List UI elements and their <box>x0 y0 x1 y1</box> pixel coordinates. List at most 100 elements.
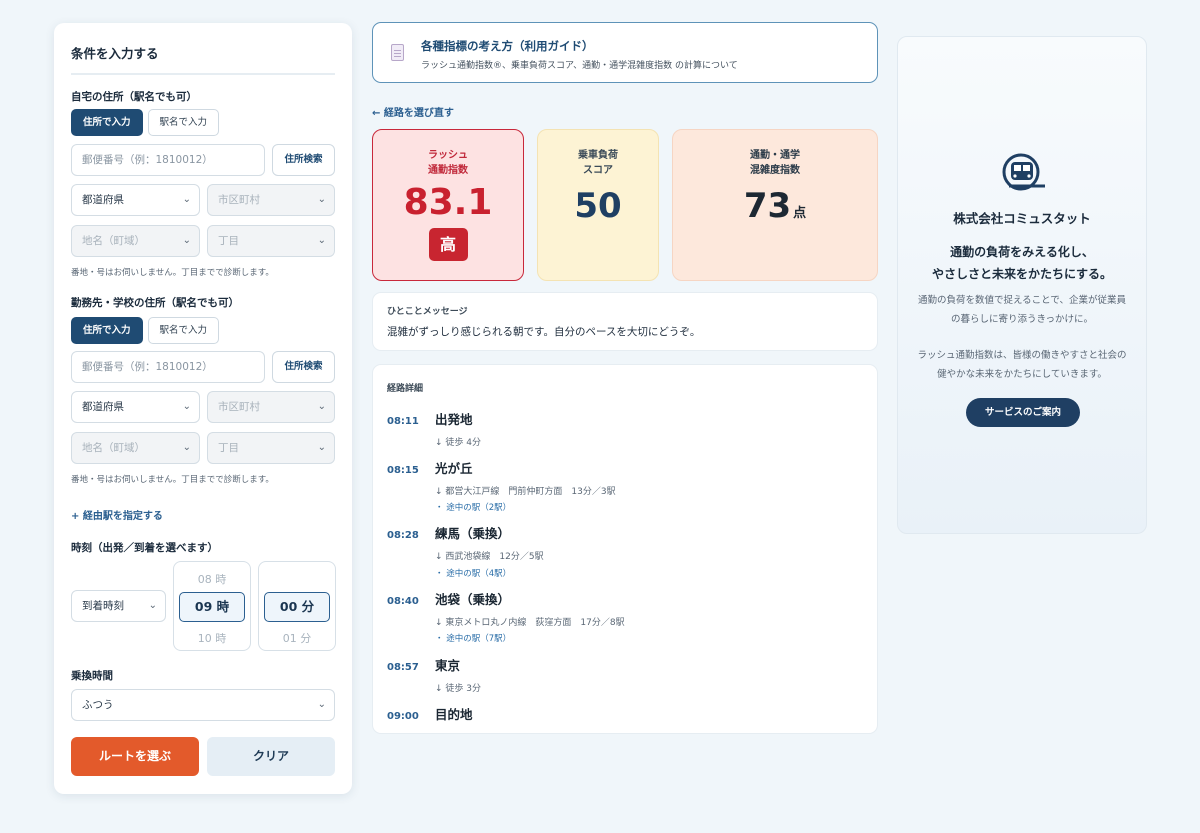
chevron-down-icon: ⌄ <box>317 401 326 412</box>
work-postal-input[interactable]: 郵便番号（例：1810012） <box>71 351 265 383</box>
chevron-down-icon: ⌄ <box>182 442 191 453</box>
hour-next[interactable]: 10 時 <box>174 630 250 646</box>
load-label-2: スコア <box>583 165 613 176</box>
chevron-down-icon: ⌄ <box>148 600 157 611</box>
home-address-search-button[interactable]: 住所検索 <box>272 144 335 176</box>
guide-subtitle: ラッシュ通勤指数®、乗車負荷スコア、通勤・通学混雑度指数 の計算について <box>421 61 738 71</box>
minute-picker[interactable]: 00 分 01 分 <box>258 561 336 651</box>
message-heading: ひとことメッセージ <box>387 307 468 317</box>
home-postal-input[interactable]: 郵便番号（例：1810012） <box>71 144 265 176</box>
home-mode-station-button[interactable]: 駅名で入力 <box>147 109 220 136</box>
route-stop: 08:28 練馬（乗換） <box>387 523 510 542</box>
crowd-label-2: 混雑度指数 <box>750 165 800 176</box>
home-note: 番地・号はお伺いしません。丁目までで診断します。 <box>71 268 274 278</box>
work-input-mode: 住所で入力 駅名で入力 <box>71 317 220 344</box>
home-address-label: 自宅の住所（駅名でも可） <box>71 91 197 103</box>
stop-time: 08:15 <box>387 465 419 476</box>
minute-next[interactable]: 01 分 <box>259 630 335 646</box>
route-stop: 09:00 目的地 <box>387 704 473 723</box>
chevron-down-icon: ⌄ <box>317 235 326 246</box>
choose-route-button[interactable]: ルートを選ぶ <box>71 737 199 776</box>
rush-label-1: ラッシュ <box>428 150 468 161</box>
company-tagline: 通勤の負荷をみえる化し、 やさしさと未来をかたちにする。 <box>898 241 1146 285</box>
stop-name: 練馬（乗換） <box>435 526 511 541</box>
company-name: 株式会社コミュスタット <box>953 211 1091 226</box>
tagline-line-1: 通勤の負荷をみえる化し、 <box>950 245 1094 259</box>
stop-time: 08:11 <box>387 416 419 427</box>
work-town-select[interactable]: 地名（町域） ⌄ <box>71 432 200 464</box>
chevron-down-icon: ⌄ <box>182 194 191 205</box>
route-stop: 08:57 東京 <box>387 655 460 674</box>
stop-time: 09:00 <box>387 711 419 722</box>
load-score-card: 乗車負荷 スコア 50 <box>537 129 659 281</box>
work-address-search-button[interactable]: 住所検索 <box>272 351 335 383</box>
chevron-down-icon: ⌄ <box>182 401 191 412</box>
rush-level-badge: 高 <box>428 228 468 261</box>
crowd-index-card: 通勤・通学 混雑度指数 73 点 <box>672 129 878 281</box>
transfer-value: ふつう <box>82 699 114 711</box>
crowd-value: 73 <box>743 186 792 226</box>
time-mode-value: 到着時刻 <box>82 600 124 612</box>
hour-prev[interactable]: 08 時 <box>174 571 250 587</box>
chevron-down-icon: ⌄ <box>317 442 326 453</box>
hour-picker[interactable]: 08 時 09 時 10 時 <box>173 561 251 651</box>
message-card: ひとことメッセージ 混雑がずっしり感じられる朝です。自分のペースを大切にどうぞ。 <box>372 292 878 351</box>
stop-time: 08:40 <box>387 596 419 607</box>
stop-name: 東京 <box>435 658 461 673</box>
tagline-line-2: やさしさと未来をかたちにする。 <box>931 267 1113 281</box>
rush-label-2: 通勤指数 <box>428 165 468 176</box>
back-to-route-link[interactable]: ← 経路を選び直す <box>372 104 454 119</box>
work-mode-address-button[interactable]: 住所で入力 <box>71 317 143 344</box>
stop-time: 08:28 <box>387 530 419 541</box>
stop-name: 目的地 <box>435 707 473 722</box>
transfer-select[interactable]: ふつう ⌄ <box>71 689 335 721</box>
work-chome-value: 丁目 <box>218 442 239 454</box>
clear-button[interactable]: クリア <box>207 737 335 776</box>
guide-title: 各種指標の考え方（利用ガイド） <box>421 39 594 53</box>
usage-guide-link[interactable]: 各種指標の考え方（利用ガイド） ラッシュ通勤指数®、乗車負荷スコア、通勤・通学混… <box>372 22 878 83</box>
stop-time: 08:57 <box>387 662 419 673</box>
via-stations-toggle[interactable]: ・ 途中の駅（2駅） <box>435 501 511 513</box>
route-leg: ↓ 西武池袋線 12分／5駅 <box>435 552 544 562</box>
work-prefecture-select[interactable]: 都道府県 ⌄ <box>71 391 200 423</box>
minute-current[interactable]: 00 分 <box>264 592 330 622</box>
home-chome-select[interactable]: 丁目 ⌄ <box>207 225 335 257</box>
add-via-station-link[interactable]: + 経由駅を指定する <box>71 507 163 522</box>
company-description: 通勤の負荷を数値で捉えることで、企業が従業員の暮らしに寄り添うきっかけに。 ラッ… <box>914 291 1130 384</box>
home-town-select[interactable]: 地名（町域） ⌄ <box>71 225 200 257</box>
time-label: 時刻（出発／到着を選べます） <box>71 542 218 554</box>
document-icon <box>391 44 404 61</box>
home-city-select[interactable]: 市区町村 ⌄ <box>207 184 335 216</box>
stop-name: 光が丘 <box>435 461 473 476</box>
work-prefecture-value: 都道府県 <box>82 401 124 413</box>
description-paragraph-1: 通勤の負荷を数値で捉えることで、企業が従業員の暮らしに寄り添うきっかけに。 <box>917 295 1127 325</box>
route-leg: ↓ 徒歩 3分 <box>435 684 481 694</box>
home-mode-address-button[interactable]: 住所で入力 <box>71 109 143 136</box>
message-text: 混雑がずっしり感じられる朝です。自分のペースを大切にどうぞ。 <box>387 326 701 338</box>
route-leg: ↓ 東京メトロ丸ノ内線 荻窪方面 17分／8駅 <box>435 618 625 628</box>
hour-current[interactable]: 09 時 <box>179 592 245 622</box>
route-stop: 08:11 出発地 <box>387 409 473 428</box>
work-city-select[interactable]: 市区町村 ⌄ <box>207 391 335 423</box>
home-prefecture-select[interactable]: 都道府県 ⌄ <box>71 184 200 216</box>
stop-name: 池袋（乗換） <box>435 592 511 607</box>
home-chome-value: 丁目 <box>218 235 239 247</box>
chevron-down-icon: ⌄ <box>317 194 326 205</box>
route-stop: 08:40 池袋（乗換） <box>387 589 510 608</box>
condition-form: 条件を入力する 自宅の住所（駅名でも可） 住所で入力 駅名で入力 郵便番号（例：… <box>54 23 352 794</box>
service-info-button[interactable]: サービスのご案内 <box>966 398 1080 427</box>
route-detail-card: 経路詳細 08:11 出発地 ↓ 徒歩 4分 08:15 光が丘 ↓ 都営大江戸線 … <box>372 364 878 734</box>
crowd-unit: 点 <box>793 206 807 221</box>
work-chome-select[interactable]: 丁目 ⌄ <box>207 432 335 464</box>
load-value: 50 <box>574 186 622 226</box>
work-mode-station-button[interactable]: 駅名で入力 <box>147 317 220 344</box>
via-stations-toggle[interactable]: ・ 途中の駅（7駅） <box>435 632 511 644</box>
via-stations-toggle[interactable]: ・ 途中の駅（4駅） <box>435 567 511 579</box>
stop-name: 出発地 <box>435 412 473 427</box>
route-leg: ↓ 徒歩 4分 <box>435 438 481 448</box>
route-stop: 08:15 光が丘 <box>387 458 473 477</box>
time-mode-select[interactable]: 到着時刻 ⌄ <box>71 590 166 622</box>
chevron-down-icon: ⌄ <box>317 699 326 710</box>
work-town-value: 地名（町域） <box>82 442 145 454</box>
home-town-value: 地名（町域） <box>82 235 145 247</box>
